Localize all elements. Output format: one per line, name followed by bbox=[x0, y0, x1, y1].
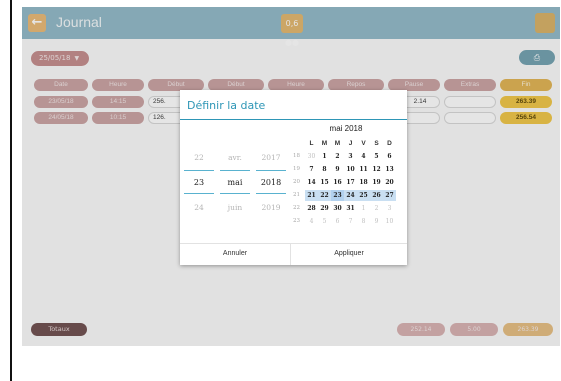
calendar-day[interactable]: 20 bbox=[383, 177, 396, 188]
day-wheel[interactable]: 22 23 24 bbox=[182, 125, 216, 255]
calendar-day[interactable]: 12 bbox=[370, 164, 383, 175]
weekday-header: S bbox=[374, 140, 379, 147]
calendar-week-row: 20 14 15 16 17 18 19 20 bbox=[290, 177, 402, 188]
weekday-header: M bbox=[334, 140, 341, 147]
calendar-day[interactable]: 14 bbox=[305, 177, 318, 188]
week-number: 21 bbox=[293, 192, 300, 198]
calendar-week-row: 19 7 8 9 10 11 12 13 bbox=[290, 164, 402, 175]
calendar-day[interactable]: 21 bbox=[305, 190, 318, 201]
calendar-day[interactable]: 26 bbox=[370, 190, 383, 201]
day-prev[interactable]: 22 bbox=[182, 153, 216, 162]
screen-frame: ← Journal 0,6 ●● 25/05/18 ▼ ⎙ Date Heure … bbox=[0, 0, 561, 381]
calendar-month-label: mai 2018 bbox=[329, 124, 363, 133]
calendar-day[interactable]: 6 bbox=[383, 151, 396, 162]
calendar-day[interactable]: 10 bbox=[383, 216, 396, 227]
wheel-line bbox=[184, 170, 214, 171]
dialog-title: Définir la date bbox=[187, 99, 266, 112]
calendar-day[interactable]: 28 bbox=[305, 203, 318, 214]
week-number: 20 bbox=[293, 179, 300, 185]
wheel-line bbox=[220, 193, 250, 194]
weekday-header: V bbox=[361, 140, 366, 147]
month-next[interactable]: juin bbox=[218, 203, 252, 212]
calendar-day[interactable]: 1 bbox=[357, 203, 370, 214]
calendar-day-selected[interactable]: 23 bbox=[331, 190, 344, 201]
month-wheel[interactable]: avr. mai juin bbox=[218, 125, 252, 255]
title-divider bbox=[180, 119, 407, 120]
calendar-day[interactable]: 31 bbox=[344, 203, 357, 214]
calendar-day[interactable]: 1 bbox=[318, 151, 331, 162]
calendar-day[interactable]: 8 bbox=[357, 216, 370, 227]
calendar-day[interactable]: 15 bbox=[318, 177, 331, 188]
calendar-day[interactable]: 3 bbox=[383, 203, 396, 214]
calendar-day[interactable]: 4 bbox=[357, 151, 370, 162]
calendar-day[interactable]: 8 bbox=[318, 164, 331, 175]
week-number: 19 bbox=[293, 166, 300, 172]
calendar-day[interactable]: 5 bbox=[318, 216, 331, 227]
weekday-header: L bbox=[309, 140, 314, 147]
wheel-line bbox=[184, 193, 214, 194]
year-prev[interactable]: 2017 bbox=[254, 153, 288, 162]
calendar-day[interactable]: 27 bbox=[383, 190, 396, 201]
cancel-button[interactable]: Annuler bbox=[180, 243, 290, 265]
calendar-day[interactable]: 19 bbox=[370, 177, 383, 188]
calendar-day[interactable]: 29 bbox=[318, 203, 331, 214]
calendar-day[interactable]: 9 bbox=[370, 216, 383, 227]
wheel-line bbox=[256, 193, 286, 194]
calendar-day[interactable]: 22 bbox=[318, 190, 331, 201]
calendar-week-row: 18 30 1 2 3 4 5 6 bbox=[290, 151, 402, 162]
calendar-day[interactable]: 7 bbox=[305, 164, 318, 175]
calendar-day[interactable]: 25 bbox=[357, 190, 370, 201]
calendar-day[interactable]: 11 bbox=[357, 164, 370, 175]
calendar-day[interactable]: 17 bbox=[344, 177, 357, 188]
week-number: 18 bbox=[293, 153, 300, 159]
weekday-header: J bbox=[348, 140, 353, 147]
apply-button[interactable]: Appliquer bbox=[291, 243, 407, 265]
calendar-week-row: 22 28 29 30 31 1 2 3 bbox=[290, 203, 402, 214]
calendar-day[interactable]: 16 bbox=[331, 177, 344, 188]
calendar-day[interactable]: 30 bbox=[331, 203, 344, 214]
year-next[interactable]: 2019 bbox=[254, 203, 288, 212]
wheel-line bbox=[220, 170, 250, 171]
weekday-header: D bbox=[387, 140, 392, 147]
calendar-day[interactable]: 18 bbox=[357, 177, 370, 188]
day-next[interactable]: 24 bbox=[182, 203, 216, 212]
week-number: 22 bbox=[293, 205, 300, 211]
calendar-day[interactable]: 2 bbox=[370, 203, 383, 214]
year-wheel[interactable]: 2017 2018 2019 bbox=[254, 125, 288, 255]
calendar-day[interactable]: 4 bbox=[305, 216, 318, 227]
month-prev[interactable]: avr. bbox=[218, 153, 252, 162]
year-current[interactable]: 2018 bbox=[254, 178, 288, 187]
calendar-week-row: 21 21 22 23 24 25 26 27 bbox=[290, 190, 402, 201]
calendar-day[interactable]: 5 bbox=[370, 151, 383, 162]
calendar-day[interactable]: 2 bbox=[331, 151, 344, 162]
week-number: 23 bbox=[293, 218, 300, 224]
month-current[interactable]: mai bbox=[218, 178, 252, 187]
left-border bbox=[10, 0, 12, 381]
calendar-day[interactable]: 6 bbox=[331, 216, 344, 227]
calendar-day[interactable]: 30 bbox=[305, 151, 318, 162]
weekday-header-row: L M M J V S D bbox=[290, 138, 402, 149]
weekday-header: M bbox=[321, 140, 328, 147]
calendar-day[interactable]: 24 bbox=[344, 190, 357, 201]
calendar-day[interactable]: 3 bbox=[344, 151, 357, 162]
calendar-day[interactable]: 9 bbox=[331, 164, 344, 175]
calendar-day[interactable]: 7 bbox=[344, 216, 357, 227]
day-current[interactable]: 23 bbox=[182, 178, 216, 187]
calendar-day[interactable]: 10 bbox=[344, 164, 357, 175]
date-picker-dialog: Définir la date 22 23 24 avr. mai juin 2… bbox=[180, 90, 407, 265]
calendar-week-row: 23 4 5 6 7 8 9 10 bbox=[290, 216, 402, 227]
calendar-day[interactable]: 13 bbox=[383, 164, 396, 175]
wheel-line bbox=[256, 170, 286, 171]
